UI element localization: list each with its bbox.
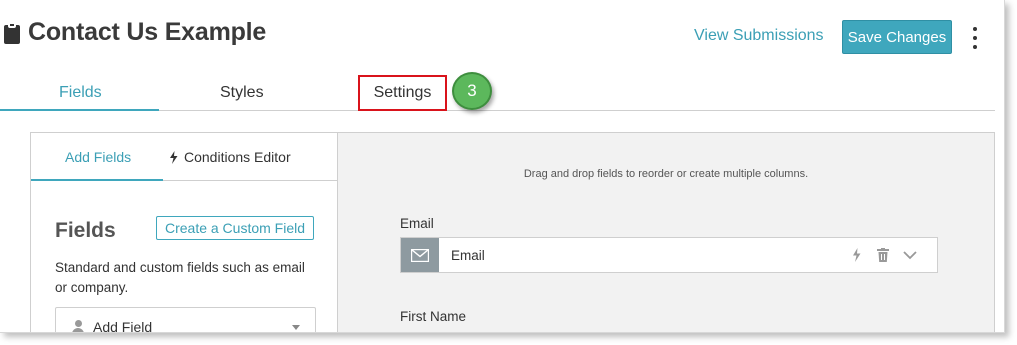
kebab-menu-icon[interactable] [969, 27, 981, 49]
email-field-label: Email [400, 216, 434, 231]
tab-settings[interactable]: Settings [358, 75, 447, 111]
tab-styles[interactable]: Styles [220, 84, 264, 102]
email-field-preview: Email [451, 248, 485, 263]
create-custom-field-button[interactable]: Create a Custom Field [156, 216, 314, 240]
drag-drop-hint: Drag and drop fields to reorder or creat… [523, 168, 809, 180]
bolt-icon[interactable] [852, 248, 861, 262]
chevron-down-icon[interactable] [903, 250, 917, 260]
caret-down-icon [292, 325, 300, 330]
page-title: Contact Us Example [28, 18, 267, 46]
save-changes-button[interactable]: Save Changes [842, 20, 952, 54]
sidebar-tabs: Add Fields Conditions Editor [31, 133, 338, 181]
tab-settings-label: Settings [373, 84, 432, 101]
tab-add-fields[interactable]: Add Fields [65, 149, 131, 165]
conditions-editor-label: Conditions Editor [184, 149, 291, 165]
person-icon [72, 320, 84, 332]
fields-heading: Fields [55, 219, 116, 242]
page-header: Contact Us Example [4, 18, 266, 47]
view-submissions-link[interactable]: View Submissions [694, 27, 824, 45]
active-subtab-indicator [31, 179, 163, 181]
email-field-row[interactable]: Email [400, 237, 938, 273]
trash-icon[interactable] [877, 248, 889, 262]
form-canvas: Drag and drop fields to reorder or creat… [338, 133, 994, 332]
add-field-dropdown[interactable]: Add Field [55, 307, 316, 333]
tab-conditions-editor[interactable]: Conditions Editor [169, 149, 291, 165]
clipboard-icon [4, 21, 20, 44]
add-field-value: Add Field [93, 319, 153, 333]
fields-sidebar: Add Fields Conditions Editor Fields Crea… [31, 133, 338, 333]
tab-fields[interactable]: Fields [59, 84, 102, 102]
envelope-icon [401, 238, 439, 272]
first-name-field-label: First Name [400, 309, 467, 324]
fields-description: Standard and custom fields such as email… [55, 260, 305, 295]
active-tab-indicator [0, 109, 159, 111]
step-number-badge: 3 [452, 72, 492, 110]
editor-panel: Add Fields Conditions Editor Fields Crea… [30, 132, 995, 333]
form-editor-window: Contact Us Example View Submissions Save… [0, 0, 1005, 333]
bolt-icon [170, 150, 178, 164]
